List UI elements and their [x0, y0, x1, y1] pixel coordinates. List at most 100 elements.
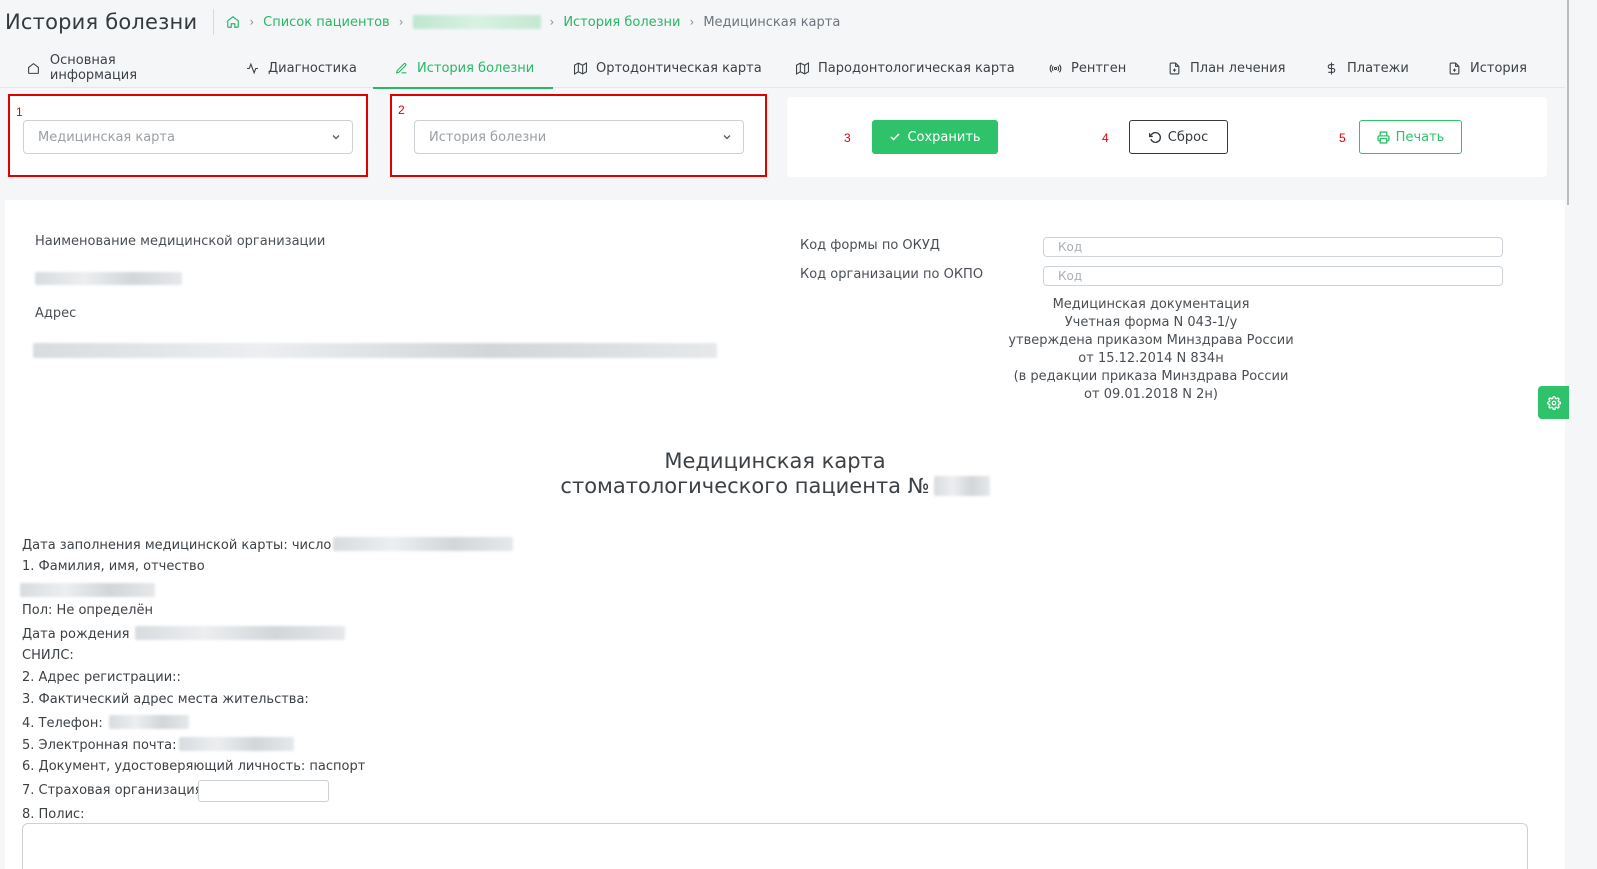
fio-redacted: [20, 583, 155, 597]
regulation-line: Учетная форма N 043-1/у: [1064, 315, 1238, 330]
phone-line: 4. Телефон:: [22, 715, 189, 731]
save-button[interactable]: Сохранить: [872, 120, 998, 154]
check-icon: [890, 133, 900, 141]
home-icon: [26, 60, 42, 76]
activity-icon: [244, 60, 260, 76]
tab-orthodontic-map[interactable]: Ортодонтическая карта: [572, 48, 772, 88]
dollar-icon: [1323, 60, 1339, 76]
reset-button[interactable]: Сброс: [1129, 120, 1228, 154]
regulation-block: Медицинская документация Учетная форма N…: [1001, 296, 1301, 404]
document-title: Медицинская карта стоматологического пац…: [475, 449, 1075, 499]
document-title-line1: Медицинская карта: [664, 449, 886, 473]
fio-label: 1. Фамилия, имя, отчество: [22, 559, 205, 574]
tab-label: Основная информация: [49, 53, 138, 83]
tab-bar: Основная информация Диагностика История …: [0, 48, 1565, 89]
annotation-number: 2: [398, 103, 405, 117]
map-icon: [794, 60, 810, 76]
annotation-number: 3: [844, 131, 851, 145]
printer-icon: [1377, 130, 1390, 144]
policy-line: 8. Полис:: [22, 807, 85, 822]
okud-input[interactable]: Код: [1043, 237, 1503, 257]
chevron-down-icon: [723, 135, 731, 140]
reg-address-line: 2. Адрес регистрации::: [22, 670, 181, 685]
phone-redacted: [108, 715, 189, 729]
chevron-down-icon: [332, 135, 340, 140]
save-label: Сохранить: [907, 129, 981, 145]
fill-date-redacted: [333, 537, 514, 551]
reset-label: Сброс: [1167, 129, 1209, 145]
select-placeholder: История болезни: [429, 129, 547, 145]
chevron-right-icon: ›: [398, 15, 404, 29]
insurance-input[interactable]: [198, 780, 329, 802]
radio-icon: [1047, 60, 1063, 76]
fill-date-line: Дата заполнения медицинской карты: число: [22, 537, 514, 553]
birth-line: Дата рождения: [22, 626, 346, 642]
regulation-line: утверждена приказом Минздрава России: [1008, 333, 1294, 348]
chevron-right-icon: ›: [249, 15, 255, 29]
tab-history-log[interactable]: История: [1446, 48, 1546, 88]
tab-periodontal-map[interactable]: Пародонтологическая карта: [794, 48, 1024, 88]
history-select[interactable]: История болезни: [414, 120, 744, 154]
breadcrumb-patients-list[interactable]: Список пациентов: [263, 15, 390, 30]
address-redacted: [33, 343, 717, 358]
header: История болезни › Список пациентов › › И…: [0, 0, 1597, 44]
tab-label: Пародонтологическая карта: [818, 60, 1015, 76]
tab-treatment-plan[interactable]: План лечения: [1166, 48, 1306, 88]
breadcrumb-history[interactable]: История болезни: [563, 15, 680, 30]
scrollbar[interactable]: [1567, 0, 1569, 205]
divider: [213, 9, 215, 35]
tab-label: Ортодонтическая карта: [596, 60, 762, 76]
tab-xray[interactable]: Рентген: [1047, 48, 1147, 88]
tab-label: Рентген: [1071, 60, 1127, 76]
medical-card-select[interactable]: Медицинская карта: [23, 120, 353, 154]
tab-diagnostics[interactable]: Диагностика: [244, 48, 359, 88]
annotation-number: 1: [16, 105, 23, 119]
okud-label: Код формы по ОКУД: [800, 238, 940, 253]
file-plus-icon: [1446, 60, 1462, 76]
address-label: Адрес: [35, 306, 77, 321]
page-title: История болезни: [5, 10, 198, 34]
card-number-redacted: [933, 476, 990, 496]
breadcrumb: › Список пациентов › › История болезни ›…: [226, 15, 840, 30]
org-name-label: Наименование медицинской организации: [35, 234, 326, 249]
tab-label: Платежи: [1347, 60, 1409, 76]
pen-icon: [393, 60, 409, 76]
tab-label: План лечения: [1190, 60, 1286, 76]
snils-line: СНИЛС:: [22, 648, 74, 663]
regulation-line: Медицинская документация: [1052, 297, 1250, 312]
map-icon: [572, 60, 588, 76]
regulation-line: от 09.01.2018 N 2н): [1084, 387, 1218, 402]
birth-redacted: [135, 626, 346, 640]
org-name-redacted: [35, 272, 182, 285]
tab-label: История болезни: [417, 60, 535, 76]
tab-basic-info[interactable]: Основная информация: [26, 48, 206, 88]
file-plus-icon: [1166, 60, 1182, 76]
chevron-right-icon: ›: [549, 15, 555, 29]
regulation-line: (в редакции приказа Минздрава России: [1013, 369, 1289, 384]
policy-input[interactable]: [22, 823, 1528, 869]
tab-label: История: [1470, 60, 1527, 76]
print-button[interactable]: Печать: [1359, 120, 1462, 154]
home-icon[interactable]: [226, 15, 240, 29]
tab-history[interactable]: История болезни: [373, 48, 553, 89]
select-placeholder: Медицинская карта: [38, 129, 175, 145]
fact-address-line: 3. Фактический адрес места жительства:: [22, 692, 309, 707]
annotation-number: 5: [1339, 131, 1346, 145]
insurance-line: 7. Страховая организация:: [22, 783, 207, 798]
gear-icon: [1546, 395, 1561, 410]
document-title-line2: стоматологического пациента №: [475, 474, 1075, 499]
email-redacted: [178, 737, 294, 751]
breadcrumb-current: Медицинская карта: [703, 14, 841, 30]
tab-label: Диагностика: [268, 60, 357, 76]
chevron-right-icon: ›: [689, 15, 695, 29]
annotation-number: 4: [1102, 131, 1109, 145]
regulation-line: от 15.12.2014 N 834н: [1078, 351, 1224, 366]
tab-payments[interactable]: Платежи: [1323, 48, 1428, 88]
okpo-input[interactable]: Код: [1043, 266, 1503, 286]
print-label: Печать: [1395, 129, 1445, 145]
settings-button[interactable]: [1538, 386, 1569, 419]
okpo-label: Код организации по ОКПО: [800, 267, 984, 282]
breadcrumb-patient-redacted[interactable]: [412, 15, 541, 29]
rotate-ccw-icon: [1148, 131, 1161, 143]
sex-line: Пол: Не определён: [22, 603, 153, 618]
